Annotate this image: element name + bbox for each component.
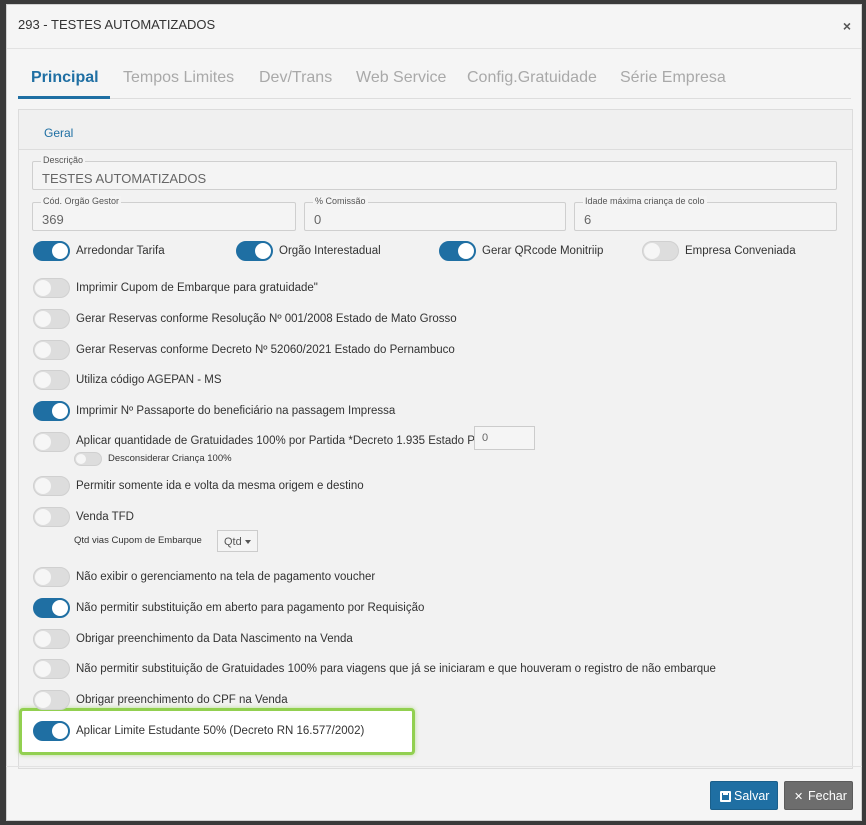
toggle-knob bbox=[35, 342, 51, 358]
times-icon: ✕ bbox=[794, 791, 804, 803]
toggle-knob bbox=[35, 509, 51, 525]
toggle-empresa-conveniada[interactable] bbox=[642, 241, 679, 261]
label-agepan: Utiliza código AGEPAN - MS bbox=[76, 374, 222, 386]
toggle-reservas-mt[interactable] bbox=[33, 309, 70, 329]
toggle-knob bbox=[52, 243, 68, 259]
toggle-knob bbox=[52, 403, 68, 419]
toggle-knob bbox=[458, 243, 474, 259]
label-passaporte: Imprimir Nº Passaporte do beneficiário n… bbox=[76, 405, 396, 417]
qtd-vias-cupom-select[interactable]: Qtd bbox=[217, 530, 258, 552]
idade-colo-label: Idade máxima criança de colo bbox=[583, 196, 707, 206]
toggle-data-nascimento[interactable] bbox=[33, 629, 70, 649]
orgao-gestor-label: Cód. Orgão Gestor bbox=[41, 196, 122, 206]
label-empresa-conveniada: Empresa Conveniada bbox=[685, 245, 796, 257]
panel-heading-label: Geral bbox=[44, 126, 74, 140]
tab-bar: Principal Tempos Limites Dev/Trans Web S… bbox=[18, 63, 851, 99]
toggle-gratuidades-pa[interactable] bbox=[33, 432, 70, 452]
save-button[interactable]: Salvar bbox=[710, 781, 778, 810]
modal-title: 293 - TESTES AUTOMATIZADOS bbox=[18, 17, 216, 32]
toggle-agepan[interactable] bbox=[33, 370, 70, 390]
toggle-knob bbox=[644, 243, 660, 259]
label-desconsiderar-crianca: Desconsiderar Criança 100% bbox=[108, 453, 232, 464]
label-requisicao: Não permitir substituição em aberto para… bbox=[76, 602, 425, 614]
label-voucher: Não exibir o gerenciamento na tela de pa… bbox=[76, 571, 376, 583]
toggle-knob bbox=[35, 661, 51, 677]
tab-principal[interactable]: Principal bbox=[31, 69, 99, 87]
toggle-knob bbox=[35, 372, 51, 388]
save-button-label: Salvar bbox=[734, 789, 770, 803]
tab-config-gratuidade[interactable]: Config.Gratuidade bbox=[467, 69, 597, 87]
gratuidades-quantity-value: 0 bbox=[482, 432, 489, 444]
label-gerar-qrcode: Gerar QRcode Monitriip bbox=[482, 245, 604, 257]
toggle-gerar-qrcode[interactable] bbox=[439, 241, 476, 261]
floppy-disk-icon bbox=[720, 791, 731, 802]
label-venda-tfd: Venda TFD bbox=[76, 511, 134, 523]
toggle-knob bbox=[76, 454, 86, 464]
toggle-knob bbox=[35, 631, 51, 647]
modal-header: 293 - TESTES AUTOMATIZADOS × bbox=[7, 5, 861, 49]
toggle-orgao-interestadual[interactable] bbox=[236, 241, 273, 261]
comissao-field[interactable]: % Comissão bbox=[304, 196, 566, 231]
qtd-vias-cupom-selected: Qtd bbox=[224, 536, 242, 548]
modal-footer: Salvar ✕ Fechar bbox=[6, 766, 862, 817]
label-ida-volta: Permitir somente ida e volta da mesma or… bbox=[76, 480, 364, 492]
close-icon[interactable]: × bbox=[843, 18, 851, 34]
label-reservas-pe: Gerar Reservas conforme Decreto Nº 52060… bbox=[76, 344, 455, 356]
toggle-arredondar-tarifa[interactable] bbox=[33, 241, 70, 261]
toggle-nao-embarque[interactable] bbox=[33, 659, 70, 679]
gratuidades-quantity-input[interactable]: 0 bbox=[474, 426, 535, 450]
toggle-passaporte[interactable] bbox=[33, 401, 70, 421]
active-tab-indicator bbox=[18, 96, 110, 99]
orgao-gestor-input[interactable] bbox=[42, 212, 278, 227]
label-nao-embarque: Não permitir substituição de Gratuidades… bbox=[76, 663, 716, 675]
label-gratuidades-pa: Aplicar quantidade de Gratuidades 100% p… bbox=[76, 435, 487, 447]
descricao-label: Descrição bbox=[41, 155, 86, 165]
tab-tempos-limites[interactable]: Tempos Limites bbox=[123, 69, 234, 87]
toggle-imprimir-cupom[interactable] bbox=[33, 278, 70, 298]
toggle-knob bbox=[35, 692, 51, 708]
orgao-gestor-field[interactable]: Cód. Orgão Gestor bbox=[32, 196, 296, 231]
toggle-knob bbox=[35, 311, 51, 327]
tab-serie-empresa[interactable]: Série Empresa bbox=[620, 69, 726, 87]
toggle-ida-volta[interactable] bbox=[33, 476, 70, 496]
label-arredondar-tarifa: Arredondar Tarifa bbox=[76, 245, 165, 257]
panel-heading: Geral bbox=[19, 110, 852, 150]
toggle-desconsiderar-crianca[interactable] bbox=[74, 452, 102, 466]
tab-web-service[interactable]: Web Service bbox=[356, 69, 446, 87]
idade-colo-input[interactable] bbox=[584, 212, 819, 227]
label-limite-estudante: Aplicar Limite Estudante 50% (Decreto RN… bbox=[76, 725, 365, 737]
toggle-knob bbox=[35, 569, 51, 585]
label-reservas-mt: Gerar Reservas conforme Resolução Nº 001… bbox=[76, 313, 457, 325]
toggle-knob bbox=[35, 478, 51, 494]
comissao-label: % Comissão bbox=[313, 196, 368, 206]
label-imprimir-cupom: Imprimir Cupom de Embarque para gratuida… bbox=[76, 282, 318, 294]
toggle-reservas-pe[interactable] bbox=[33, 340, 70, 360]
toggle-knob bbox=[35, 280, 51, 296]
toggle-knob bbox=[52, 600, 68, 616]
tab-dev-trans[interactable]: Dev/Trans bbox=[259, 69, 332, 87]
comissao-input[interactable] bbox=[314, 212, 548, 227]
label-cpf: Obrigar preenchimento do CPF na Venda bbox=[76, 694, 288, 706]
toggle-limite-estudante[interactable] bbox=[33, 721, 70, 741]
toggle-venda-tfd[interactable] bbox=[33, 507, 70, 527]
descricao-input[interactable] bbox=[42, 171, 765, 186]
label-qtd-vias-cupom: Qtd vias Cupom de Embarque bbox=[74, 535, 202, 546]
caret-down-icon bbox=[245, 540, 251, 544]
toggle-knob bbox=[35, 434, 51, 450]
toggle-cpf[interactable] bbox=[33, 690, 70, 710]
label-data-nascimento: Obrigar preenchimento da Data Nascimento… bbox=[76, 633, 353, 645]
toggle-knob bbox=[255, 243, 271, 259]
close-button[interactable]: ✕ Fechar bbox=[784, 781, 853, 810]
toggle-voucher[interactable] bbox=[33, 567, 70, 587]
descricao-field[interactable]: Descrição bbox=[32, 155, 837, 190]
close-button-label: Fechar bbox=[808, 789, 847, 803]
idade-colo-field[interactable]: Idade máxima criança de colo bbox=[574, 196, 837, 231]
toggle-knob bbox=[52, 723, 68, 739]
label-orgao-interestadual: Orgão Interestadual bbox=[279, 245, 381, 257]
toggle-requisicao[interactable] bbox=[33, 598, 70, 618]
